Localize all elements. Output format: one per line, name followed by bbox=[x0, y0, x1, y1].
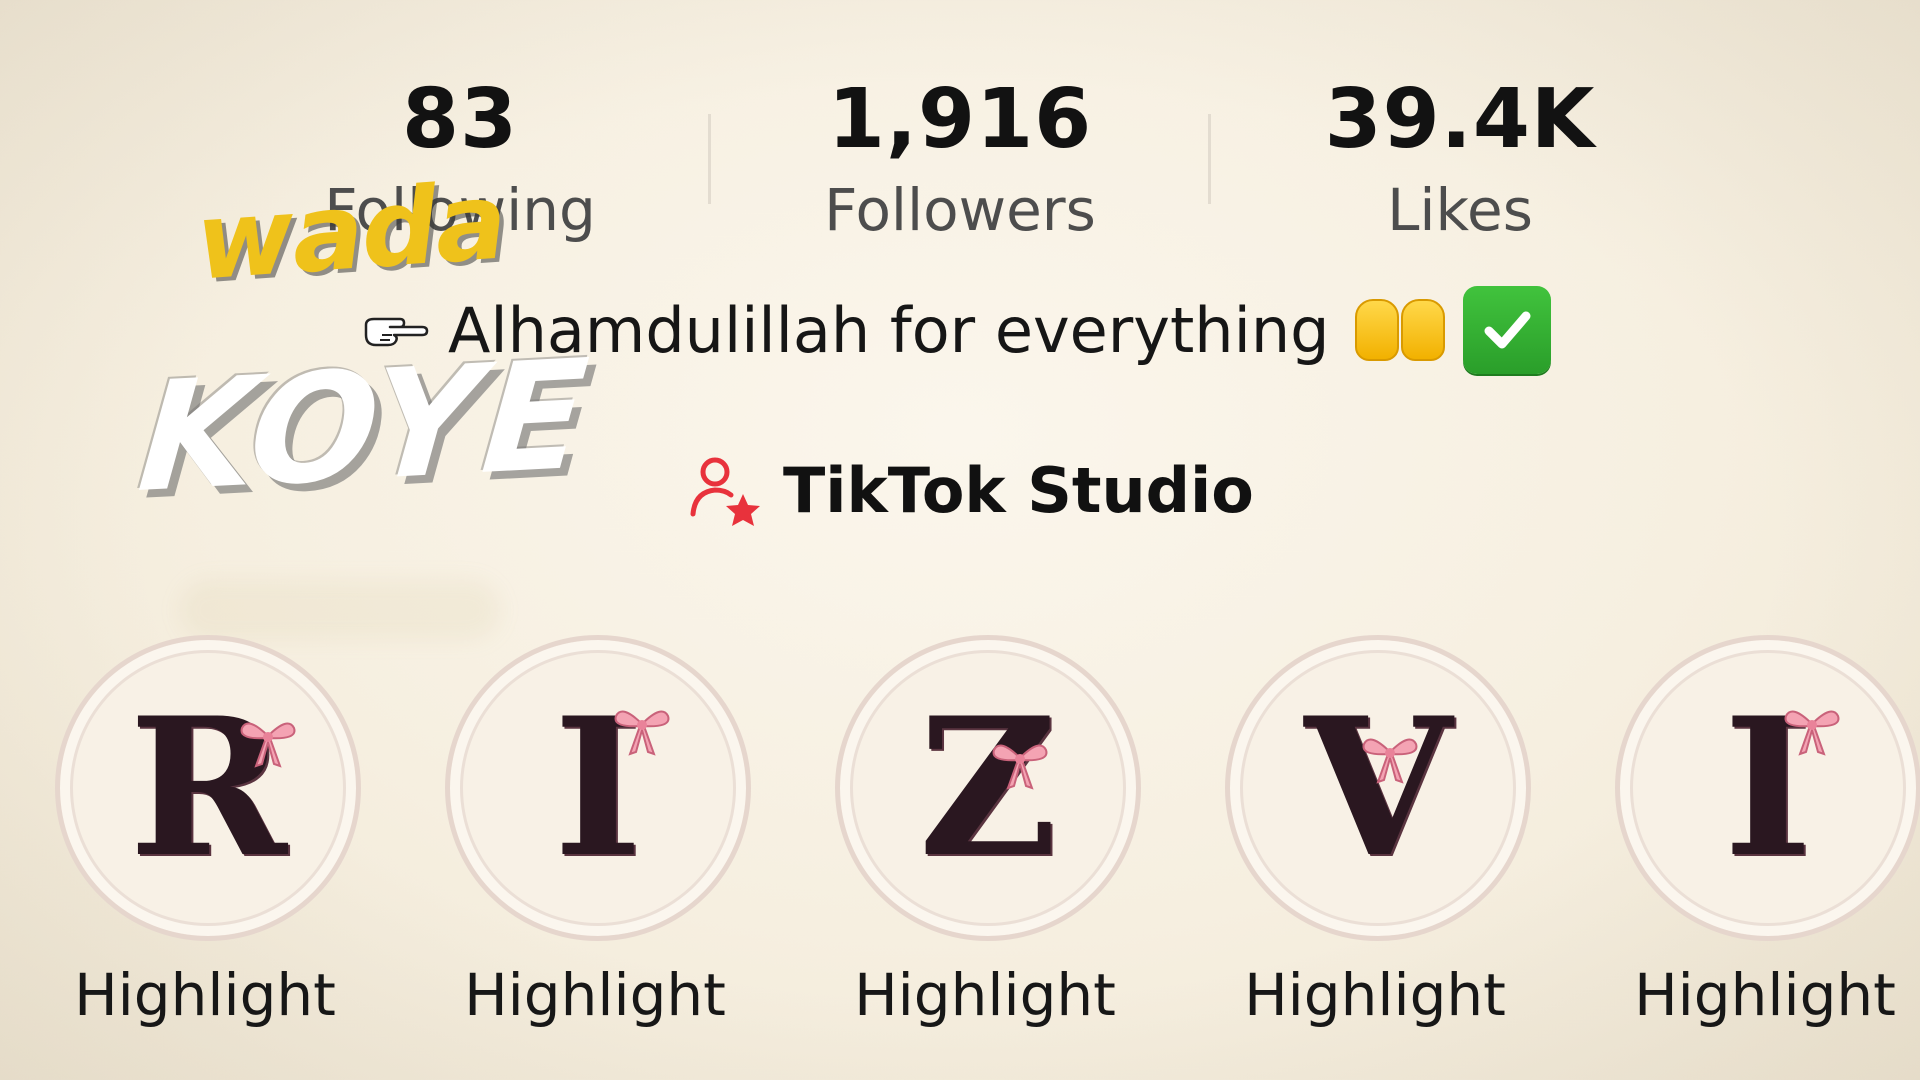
highlight-item[interactable]: V Highlight bbox=[1225, 635, 1531, 1029]
highlight-label: Highlight bbox=[1244, 961, 1506, 1029]
bow-icon bbox=[1784, 710, 1840, 756]
followers-stat[interactable]: 1,916 Followers bbox=[710, 70, 1210, 250]
likes-count: 39.4K bbox=[1324, 72, 1596, 167]
highlight-label: Highlight bbox=[74, 961, 336, 1029]
highlight-label: Highlight bbox=[464, 961, 726, 1029]
raising-hands-icon bbox=[1355, 299, 1446, 361]
bow-icon bbox=[614, 710, 670, 756]
check-mark-button-icon bbox=[1463, 286, 1552, 374]
highlight-label: Highlight bbox=[854, 961, 1116, 1029]
bow-icon bbox=[1362, 738, 1418, 784]
highlight-cover: V bbox=[1225, 635, 1531, 941]
highlight-item[interactable]: I Highlight bbox=[1615, 635, 1920, 1029]
tiktok-studio-label: TikTok Studio bbox=[783, 453, 1254, 527]
bow-icon bbox=[240, 722, 296, 768]
watermark-koye: KOYE bbox=[132, 327, 598, 527]
tiktok-studio-button[interactable]: TikTok Studio bbox=[685, 445, 1254, 535]
highlight-label: Highlight bbox=[1634, 961, 1896, 1029]
highlight-cover: R bbox=[55, 635, 361, 941]
highlight-item[interactable]: I Highlight bbox=[445, 635, 751, 1029]
followers-count: 1,916 bbox=[827, 72, 1093, 167]
highlight-item[interactable]: R Highlight bbox=[55, 635, 361, 1029]
highlights-row: R Highlight I Highlight Z Highlight V Hi… bbox=[0, 635, 1920, 1055]
bow-icon bbox=[992, 744, 1048, 790]
highlight-cover: Z bbox=[835, 635, 1141, 941]
highlight-item[interactable]: Z Highlight bbox=[835, 635, 1141, 1029]
highlight-letter: V bbox=[1304, 676, 1452, 899]
highlight-cover: I bbox=[1615, 635, 1920, 941]
blurred-username bbox=[180, 580, 500, 640]
highlight-cover: I bbox=[445, 635, 751, 941]
watermark-wada: wada bbox=[192, 159, 509, 304]
likes-stat[interactable]: 39.4K Likes bbox=[1210, 70, 1710, 250]
creator-star-icon bbox=[690, 457, 760, 526]
followers-label: Followers bbox=[824, 176, 1096, 244]
following-count: 83 bbox=[401, 72, 519, 167]
likes-label: Likes bbox=[1387, 176, 1533, 244]
